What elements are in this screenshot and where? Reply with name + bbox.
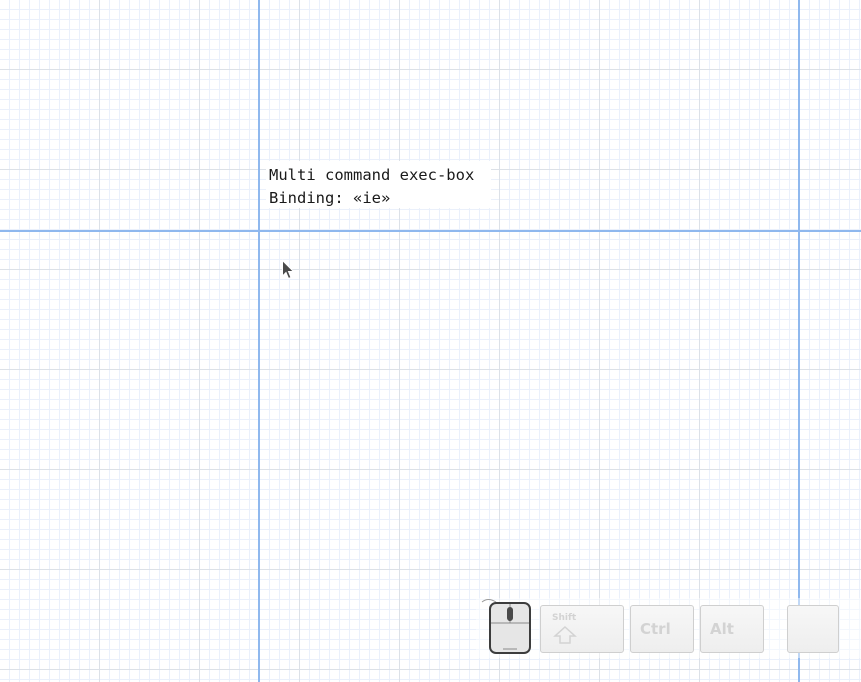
alt-key-label: Alt bbox=[710, 620, 734, 638]
exec-box-title: Multi command exec-box bbox=[269, 166, 475, 184]
vertical-guide-line bbox=[798, 0, 800, 682]
horizontal-guide-line bbox=[0, 230, 861, 232]
shift-key-indicator: Shift bbox=[540, 605, 624, 653]
alt-key-indicator: Alt bbox=[700, 605, 764, 653]
modifier-key-indicator bbox=[787, 605, 839, 653]
mouse-icon bbox=[481, 599, 531, 654]
vertical-guide-line bbox=[258, 0, 260, 682]
exec-box-tooltip: Multi command exec-box Binding: «ie» bbox=[266, 161, 491, 208]
mouse-pointer-icon bbox=[282, 259, 295, 280]
shift-arrow-icon bbox=[553, 625, 577, 644]
drawing-canvas[interactable]: Multi command exec-box Binding: «ie» Shif… bbox=[0, 0, 861, 682]
shift-key-label: Shift bbox=[552, 613, 577, 623]
ctrl-key-indicator: Ctrl bbox=[630, 605, 694, 653]
exec-box-binding: Binding: «ie» bbox=[269, 189, 391, 207]
ctrl-key-label: Ctrl bbox=[640, 620, 671, 638]
